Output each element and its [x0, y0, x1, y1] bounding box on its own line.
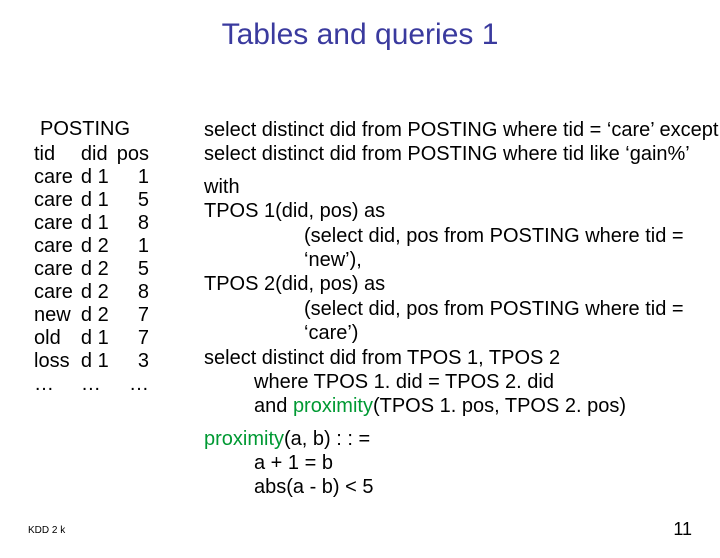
cell: d 2: [81, 258, 117, 281]
query1-line1: select distinct did from POSTING where t…: [204, 119, 718, 141]
cell: care: [34, 189, 81, 212]
query2-tpos2: TPOS 2(did, pos) as: [204, 273, 385, 295]
cell: 7: [117, 327, 157, 350]
queries-block: select distinct did from POSTING where t…: [204, 118, 720, 500]
txt: (a, b) : : =: [284, 428, 370, 450]
posting-table: tid did pos cared 11 cared 15 cared 18 c…: [34, 143, 157, 396]
query1-line2: select distinct did from POSTING where t…: [204, 143, 690, 165]
query2-tpos1: TPOS 1(did, pos) as: [204, 200, 385, 222]
cell: loss: [34, 350, 81, 373]
query2-and-proximity: and proximity(TPOS 1. pos, TPOS 2. pos): [204, 394, 720, 418]
th-tid: tid: [34, 143, 81, 166]
cell: 5: [117, 189, 157, 212]
prox-def-line2: a + 1 = b: [204, 451, 720, 475]
cell: care: [34, 258, 81, 281]
cell: care: [34, 235, 81, 258]
posting-table-caption: POSTING: [34, 118, 204, 141]
cell: d 2: [81, 281, 117, 304]
posting-table-block: POSTING tid did pos cared 11 cared 15 ca…: [34, 118, 204, 500]
cell: d 1: [81, 327, 117, 350]
cell: d 1: [81, 166, 117, 189]
table-row: cared 28: [34, 281, 157, 304]
cell: …: [34, 373, 81, 396]
table-row: cared 25: [34, 258, 157, 281]
th-pos: pos: [117, 143, 157, 166]
txt: and: [254, 395, 293, 417]
cell: 3: [117, 350, 157, 373]
proximity-keyword: proximity: [204, 428, 284, 450]
cell: 7: [117, 304, 157, 327]
proximity-keyword: proximity: [293, 395, 373, 417]
cell: care: [34, 212, 81, 235]
cell: d 1: [81, 189, 117, 212]
cell: care: [34, 281, 81, 304]
cell: d 1: [81, 212, 117, 235]
cell: …: [81, 373, 117, 396]
table-row: cared 18: [34, 212, 157, 235]
cell: 5: [117, 258, 157, 281]
cell: care: [34, 166, 81, 189]
query2-tpos2-body: (select did, pos from POSTING where tid …: [204, 297, 720, 346]
prox-def-line1: proximity(a, b) : : =: [204, 428, 370, 450]
cell: old: [34, 327, 81, 350]
footer-left: KDD 2 k: [28, 525, 65, 536]
content-area: POSTING tid did pos cared 11 cared 15 ca…: [34, 118, 720, 500]
table-row: oldd 17: [34, 327, 157, 350]
query2-select: select distinct did from TPOS 1, TPOS 2: [204, 347, 560, 369]
cell: 8: [117, 281, 157, 304]
slide-title: Tables and queries 1: [0, 18, 720, 52]
txt: (TPOS 1. pos, TPOS 2. pos): [373, 395, 626, 417]
cell: d 1: [81, 350, 117, 373]
table-row: cared 15: [34, 189, 157, 212]
th-did: did: [81, 143, 117, 166]
cell: d 2: [81, 304, 117, 327]
table-row: lossd 13: [34, 350, 157, 373]
cell: 1: [117, 235, 157, 258]
table-row: cared 11: [34, 166, 157, 189]
query2-where: where TPOS 1. did = TPOS 2. did: [204, 370, 720, 394]
table-row-ellipsis: ………: [34, 373, 157, 396]
cell: 1: [117, 166, 157, 189]
query2-with: with: [204, 176, 240, 198]
cell: d 2: [81, 235, 117, 258]
query2-tpos1-body: (select did, pos from POSTING where tid …: [204, 224, 720, 273]
table-row: cared 21: [34, 235, 157, 258]
footer-page-number: 11: [673, 519, 692, 540]
table-row: newd 27: [34, 304, 157, 327]
cell: …: [117, 373, 157, 396]
cell: 8: [117, 212, 157, 235]
prox-def-line3: abs(a - b) < 5: [204, 475, 720, 499]
cell: new: [34, 304, 81, 327]
table-header-row: tid did pos: [34, 143, 157, 166]
